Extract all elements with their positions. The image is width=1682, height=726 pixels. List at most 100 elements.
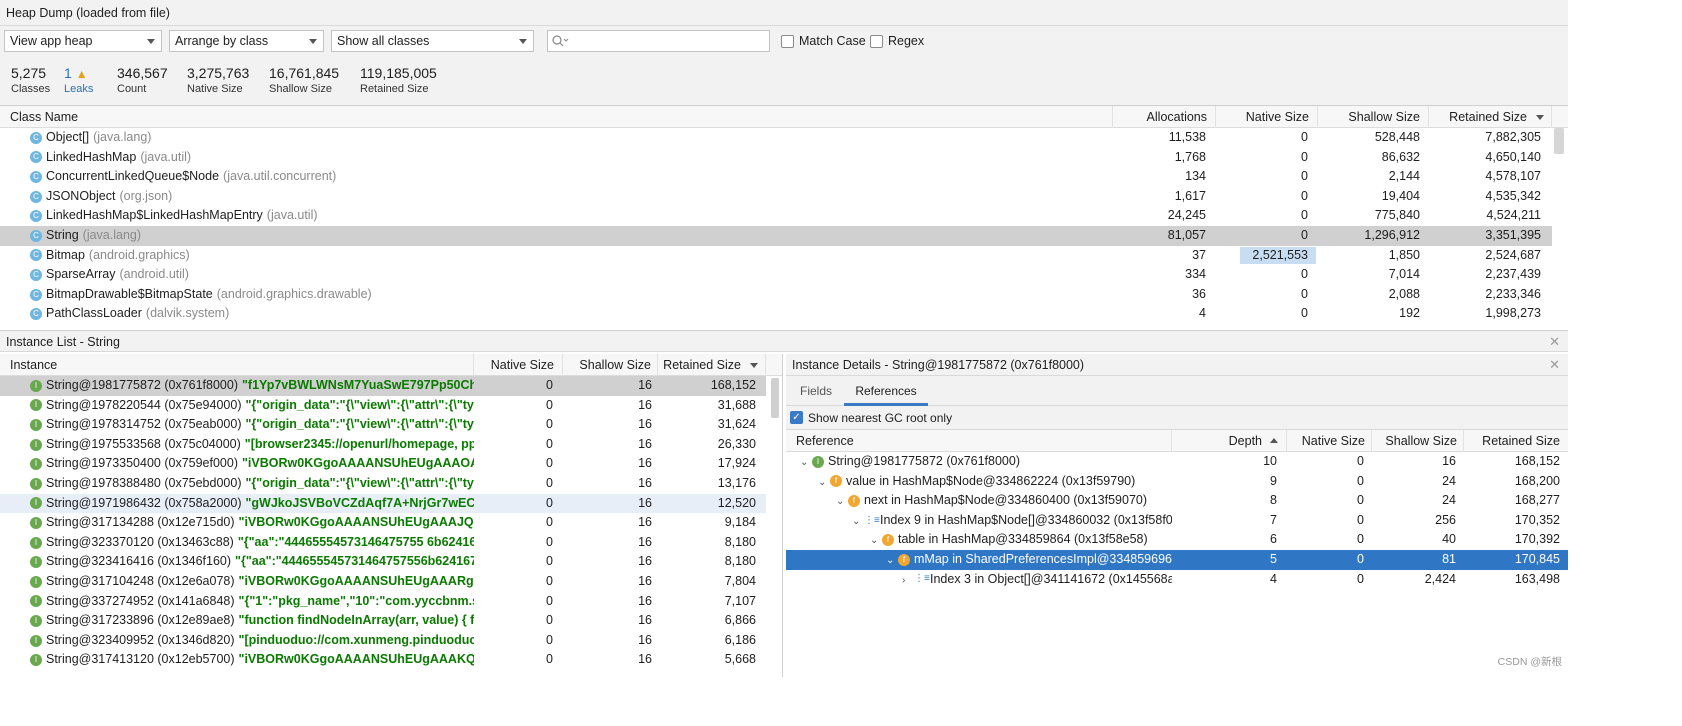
table-row[interactable]: C Object[] (java.lang) 11,538 0 528,448 7,882,… <box>0 128 1552 148</box>
class-table-scrollbar[interactable] <box>1554 128 1564 154</box>
heap-select-label: View app heap <box>10 34 93 48</box>
class-name-cell: C SparseArray (android.util) <box>30 267 189 281</box>
stat-leaks[interactable]: 1 ▲ Leaks <box>64 65 93 95</box>
search-input[interactable] <box>547 30 770 52</box>
tree-row[interactable]: › ⋮≡Index 3 in Object[]@341141672 (0x1455… <box>786 570 1568 590</box>
expand-arrow-icon[interactable]: ⌄ <box>836 496 848 507</box>
table-row[interactable]: I String@323370120 (0x13463c88) "{"aa":"44… <box>0 533 766 553</box>
table-row[interactable]: I String@1978314752 (0x75eab000) "{"origin… <box>0 415 766 435</box>
table-row[interactable]: I String@317413120 (0x12eb5700) "iVBORw0KG… <box>0 650 766 670</box>
shallow-size-cell: 40 <box>1442 532 1456 547</box>
tree-row[interactable]: ⌄ f table in HashMap@334859864 (0x13f58e58… <box>786 530 1568 550</box>
reference-cell: › ⋮≡Index 3 in Object[]@341141672 (0x1455… <box>902 572 1172 586</box>
col-reference[interactable]: Reference <box>796 430 1172 452</box>
arrange-select[interactable]: Arrange by class <box>169 30 324 52</box>
table-row[interactable]: I String@1973350400 (0x759ef000) "iVBORw0K… <box>0 454 766 474</box>
instance-id: String@1981775872 (0x761f8000) <box>46 378 238 392</box>
stat-label: Leaks <box>64 83 94 95</box>
tree-row[interactable]: ⌄ f mMap in SharedPreferencesImpl@33485969… <box>786 550 1568 570</box>
table-row[interactable]: I String@1971986432 (0x758a2000) "gWJkoJSV… <box>0 493 766 514</box>
table-row[interactable]: I String@317104248 (0x12e6a078) "iVBORw0KG… <box>0 572 766 592</box>
native-size-cell: 0 <box>546 456 553 471</box>
table-row[interactable]: I String@317134288 (0x12e715d0) "iVBORw0KG… <box>0 513 766 533</box>
table-row[interactable]: C PathClassLoader (dalvik.system) 4 0 192 1,99… <box>0 304 1552 324</box>
native-size-cell: 0 <box>1357 473 1364 488</box>
tree-row[interactable]: ⌄ f value in HashMap$Node@334862224 (0x13f… <box>786 472 1568 492</box>
table-row[interactable]: C String (java.lang) 81,057 0 1,296,912 3,351,… <box>0 226 1552 246</box>
instance-list-scrollbar[interactable] <box>771 378 779 418</box>
retained-size-cell: 168,200 <box>1514 473 1560 488</box>
stat-classes: 5,275 Classes <box>11 65 50 95</box>
collapse-arrow-icon[interactable]: › <box>902 575 914 586</box>
stat-shallow-size: 16,761,845 Shallow Size <box>269 65 339 95</box>
heap-select[interactable]: View app heap <box>4 30 162 52</box>
instance-value: "[pinduoduo://com.xunmeng.pinduoduo/r <box>238 632 474 647</box>
class-name: JSONObject <box>46 188 116 203</box>
tab-fields[interactable]: Fields <box>800 384 832 398</box>
tree-row[interactable]: ⌄ f next in HashMap$Node@334860400 (0x13f5… <box>786 491 1568 511</box>
table-row[interactable]: I String@1981775872 (0x761f8000) "f1Yp7vBW… <box>0 376 766 396</box>
table-row[interactable]: C Bitmap (android.graphics) 37 2,521,553 1,85… <box>0 246 1552 266</box>
instance-cell: I String@317233896 (0x12e89ae8) "function … <box>30 613 474 627</box>
table-row[interactable]: I String@1978388480 (0x75ebd000) "{"origin… <box>0 474 766 494</box>
col-native-size[interactable]: Native Size <box>475 354 563 376</box>
table-row[interactable]: C BitmapDrawable$BitmapState (android.grap… <box>0 285 1552 305</box>
reference-text: Index 3 in Object[]@341141672 (0x145568a… <box>930 571 1172 586</box>
match-case-checkbox[interactable] <box>781 35 794 48</box>
filter-select[interactable]: Show all classes <box>331 30 534 52</box>
tree-row[interactable]: ⌄ I String@1981775872 (0x761f8000) 10 0 16 168… <box>786 452 1568 472</box>
class-table: Class Name Allocations Native Size Shall… <box>0 106 1568 328</box>
expand-arrow-icon[interactable]: ⌄ <box>886 555 898 566</box>
class-name-cell: C JSONObject (org.json) <box>30 189 172 203</box>
table-row[interactable]: I String@317233896 (0x12e89ae8) "function … <box>0 611 766 631</box>
class-name: ConcurrentLinkedQueue$Node <box>46 169 220 184</box>
expand-arrow-icon[interactable]: ⌄ <box>852 516 864 527</box>
col-native-size[interactable]: Native Size <box>1217 106 1318 128</box>
checkbox-checked-icon[interactable]: ✓ <box>790 411 803 424</box>
table-row[interactable]: I String@323409952 (0x1346d820) "[pinduodu… <box>0 631 766 651</box>
table-row[interactable]: I String@1978220544 (0x75e94000) "{"origin… <box>0 396 766 416</box>
regex-checkbox[interactable] <box>870 35 883 48</box>
table-row[interactable]: C SparseArray (android.util) 334 0 7,014 2,237… <box>0 265 1552 285</box>
col-shallow-size[interactable]: Shallow Size <box>1319 106 1429 128</box>
col-retained-size-label: Retained Size <box>1449 110 1527 124</box>
shallow-size-cell: 256 <box>1435 512 1456 527</box>
warning-icon: ▲ <box>75 67 88 81</box>
table-row[interactable]: C ConcurrentLinkedQueue$Node (java.util.co… <box>0 167 1552 187</box>
instance-icon: I <box>30 379 42 392</box>
native-size-cell: 0 <box>546 417 553 432</box>
expand-arrow-icon[interactable]: ⌄ <box>800 457 812 468</box>
col-retained-size[interactable]: Retained Size <box>1465 430 1568 452</box>
expand-arrow-icon[interactable]: ⌄ <box>818 477 830 488</box>
table-row[interactable]: I String@1975533568 (0x75c04000) "[browser… <box>0 435 766 455</box>
tab-references[interactable]: References <box>844 384 928 398</box>
class-name-cell: C String (java.lang) <box>30 228 141 242</box>
table-row[interactable]: C LinkedHashMap$LinkedHashMapEntry (java.u… <box>0 206 1552 226</box>
instance-id: String@317104248 (0x12e6a078) <box>46 574 235 588</box>
stat-value: 1 <box>64 65 72 81</box>
col-native-size[interactable]: Native Size <box>1288 430 1372 452</box>
stat-label: Retained Size <box>360 83 429 95</box>
table-row[interactable]: C JSONObject (org.json) 1,617 0 19,404 4,535,3… <box>0 187 1552 207</box>
col-retained-size[interactable]: Retained Size <box>1430 106 1552 128</box>
expand-arrow-icon[interactable]: ⌄ <box>870 535 882 546</box>
stat-label: Classes <box>11 83 51 95</box>
shallow-size-cell: 528,448 <box>1374 130 1420 144</box>
retained-size-cell: 8,180 <box>724 554 756 569</box>
tree-row[interactable]: ⌄ ⋮≡Index 9 in HashMap$Node[]@334860032 (… <box>786 511 1568 531</box>
close-icon[interactable]: ✕ <box>1549 334 1560 350</box>
stat-value: 3,275,763 <box>187 65 250 81</box>
reference-rows: ⌄ I String@1981775872 (0x761f8000) 10 0 16 168… <box>786 452 1568 652</box>
col-instance[interactable]: Instance <box>10 354 474 376</box>
table-row[interactable]: I String@337274952 (0x141a6848) "{"1":"pkg… <box>0 592 766 612</box>
table-row[interactable]: C LinkedHashMap (java.util) 1,768 0 86,632 4,6… <box>0 148 1552 168</box>
col-shallow-size[interactable]: Shallow Size <box>564 354 658 376</box>
col-class-name[interactable]: Class Name <box>10 106 1113 128</box>
col-allocations[interactable]: Allocations <box>1114 106 1216 128</box>
retained-size-cell: 163,498 <box>1514 571 1560 586</box>
instance-details-title: Instance Details - String@1981775872 (0x… <box>792 358 1085 372</box>
close-icon[interactable]: ✕ <box>1549 357 1560 373</box>
table-row[interactable]: I String@323416416 (0x1346f160) "{"aa":"44… <box>0 552 766 572</box>
col-shallow-size[interactable]: Shallow Size <box>1373 430 1464 452</box>
instance-id: String@317233896 (0x12e89ae8) <box>46 613 235 628</box>
